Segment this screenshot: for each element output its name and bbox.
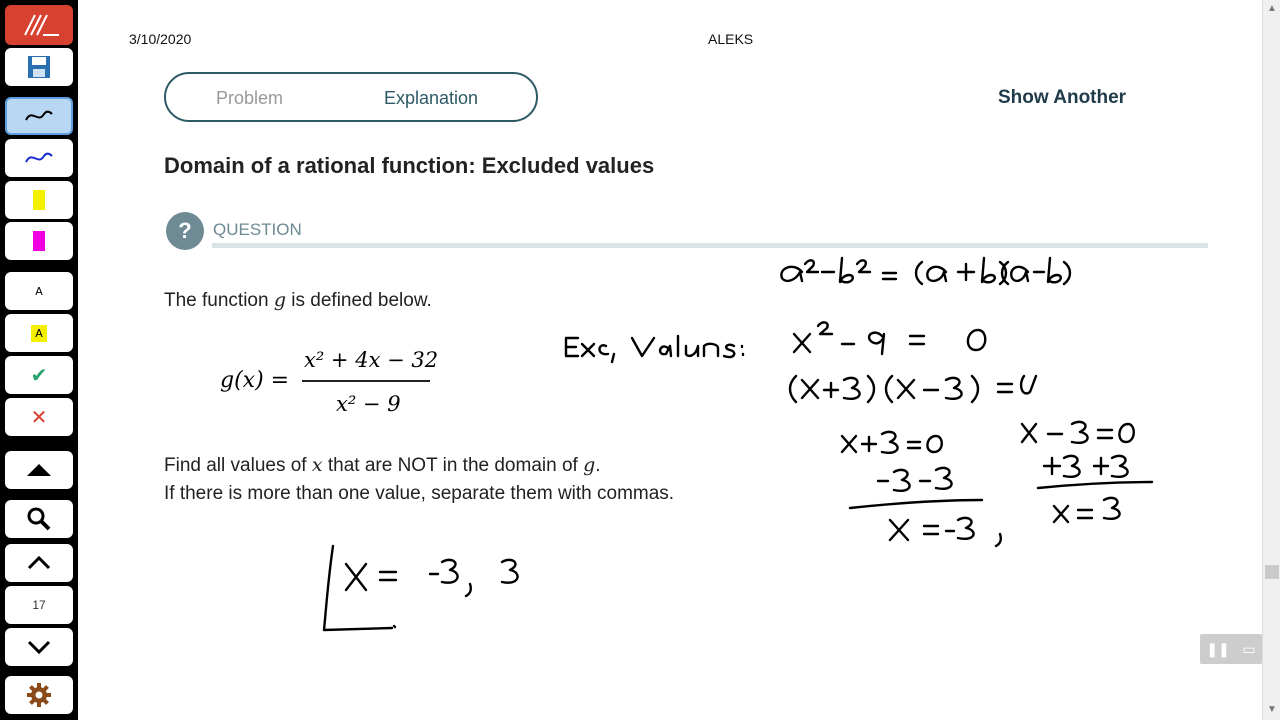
cross-icon: ✕	[30, 405, 48, 429]
answer-ink	[322, 544, 519, 632]
vertical-scrollbar[interactable]: ▲ ▼	[1262, 0, 1280, 720]
picture-in-picture-icon[interactable]: ▭	[1242, 641, 1255, 658]
equation-1-ink	[792, 321, 987, 356]
pen-black-icon	[25, 110, 53, 121]
logo-button[interactable]	[5, 5, 73, 45]
scroll-up-arrow-icon[interactable]: ▲	[1266, 3, 1278, 15]
magenta-marker-icon	[33, 231, 45, 251]
pen-blue-button[interactable]	[5, 139, 73, 177]
page-up-button[interactable]	[5, 544, 73, 582]
factored-equation-ink	[788, 374, 1038, 404]
pen-black-button[interactable]	[5, 97, 73, 135]
save-button[interactable]	[5, 48, 73, 86]
right-work-ink	[1020, 420, 1154, 524]
left-work-ink	[840, 430, 1002, 548]
gear-icon	[27, 683, 51, 707]
annotation-toolbar: A A ✔ ✕ 17	[0, 0, 78, 720]
highlighter-magenta-button[interactable]	[5, 222, 73, 260]
scroll-down-arrow-icon[interactable]: ▼	[1266, 704, 1278, 716]
handwritten-annotations	[322, 256, 1154, 632]
highlighter-yellow-button[interactable]	[5, 181, 73, 219]
yellow-marker-icon	[33, 190, 45, 210]
pen-logo-icon	[24, 14, 59, 36]
check-icon: ✔	[30, 363, 48, 387]
document-page: 3/10/2020 ALEKS Problem Explanation Show…	[78, 0, 1262, 720]
eject-icon	[27, 464, 51, 476]
eject-button[interactable]	[5, 451, 73, 489]
settings-button[interactable]	[5, 676, 73, 714]
chevron-up-icon	[27, 555, 51, 570]
text-tool-button[interactable]: A	[5, 272, 73, 310]
text-highlight-button[interactable]: A	[5, 314, 73, 352]
text-icon: A	[35, 284, 43, 298]
scroll-thumb[interactable]	[1265, 565, 1279, 579]
excluded-values-label-ink	[564, 334, 745, 364]
text-highlight-icon: A	[31, 324, 47, 342]
page-number: 17	[5, 586, 73, 624]
zoom-button[interactable]	[5, 500, 73, 538]
page-down-button[interactable]	[5, 628, 73, 666]
save-icon	[28, 56, 50, 78]
identity-ink	[780, 256, 1072, 286]
chevron-down-icon	[27, 640, 51, 655]
pen-blue-icon	[25, 152, 53, 163]
magnifier-icon	[27, 507, 51, 531]
video-controls[interactable]: ❚❚ ▭	[1200, 634, 1262, 664]
cross-button[interactable]: ✕	[5, 398, 73, 436]
check-button[interactable]: ✔	[5, 356, 73, 394]
pause-icon[interactable]: ❚❚	[1206, 641, 1229, 658]
